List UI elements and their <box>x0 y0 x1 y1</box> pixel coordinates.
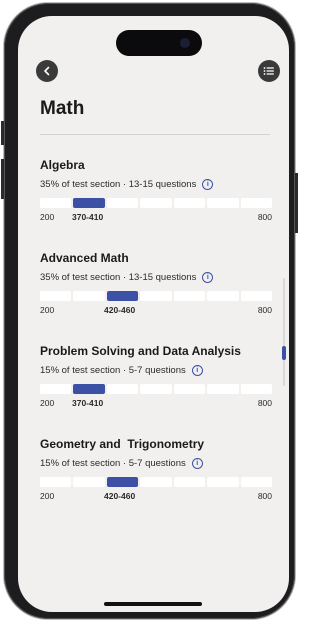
score-segment <box>240 477 272 487</box>
section-subtitle-text: 35% of test section · 13-15 questions <box>40 272 197 283</box>
section-subtitle-text: 35% of test section · 13-15 questions <box>40 179 197 190</box>
score-segment <box>173 384 206 394</box>
score-segment <box>40 198 72 208</box>
score-segment <box>240 291 272 301</box>
score-segment <box>40 384 72 394</box>
score-bar <box>40 291 272 301</box>
score-segment <box>240 198 272 208</box>
score-segment <box>173 291 206 301</box>
list-icon <box>263 67 274 75</box>
score-min: 200 <box>40 491 55 501</box>
score-range: 370-410 <box>72 398 104 408</box>
score-bar <box>40 198 272 208</box>
score-segment <box>106 198 139 208</box>
dynamic-island <box>116 30 202 56</box>
score-bar <box>40 477 272 487</box>
info-icon[interactable]: i <box>202 179 214 190</box>
back-button[interactable] <box>36 60 58 82</box>
screen: Math Algebra 35% of test section · 13-15… <box>18 16 289 612</box>
score-bar <box>40 384 272 394</box>
score-min: 200 <box>40 305 55 315</box>
chevron-left-icon <box>44 66 50 76</box>
info-icon[interactable]: i <box>191 458 203 469</box>
home-indicator[interactable] <box>104 602 202 606</box>
score-min: 200 <box>40 398 55 408</box>
score-segment <box>140 477 172 487</box>
score-segment <box>240 384 272 394</box>
section-subtitle: 15% of test section · 5-7 questions i <box>40 458 272 469</box>
info-icon[interactable]: i <box>191 365 203 376</box>
section-title: Geometry and Trigonometry <box>40 437 205 451</box>
score-segment <box>40 291 72 301</box>
section-subtitle: 15% of test section · 5-7 questions i <box>40 365 272 376</box>
section-subtitle: 35% of test section · 13-15 questions i <box>40 272 272 283</box>
score-scale: 200 370-410 800 <box>40 398 272 410</box>
side-button-left-2 <box>1 159 4 199</box>
score-segment <box>207 384 239 394</box>
score-segment <box>173 198 206 208</box>
section-title: Problem Solving and Data Analysis <box>40 344 241 358</box>
section-title: Advanced Math <box>40 251 129 265</box>
title-divider <box>40 134 270 135</box>
menu-button[interactable] <box>258 60 280 82</box>
info-icon[interactable]: i <box>202 272 214 283</box>
score-segment <box>140 291 172 301</box>
score-max: 800 <box>257 305 272 315</box>
score-range-segment <box>106 477 139 487</box>
score-scale: 200 370-410 800 <box>40 212 272 224</box>
score-range-segment <box>106 291 139 301</box>
section-subtitle: 35% of test section · 13-15 questions i <box>40 179 272 190</box>
score-max: 800 <box>257 212 272 222</box>
side-button-left-1 <box>1 121 4 145</box>
side-button-right <box>295 173 298 233</box>
score-segment <box>106 384 139 394</box>
score-segment <box>73 477 105 487</box>
score-segment <box>207 291 239 301</box>
phone-frame: Math Algebra 35% of test section · 13-15… <box>1 3 298 619</box>
section-problem-solving: Problem Solving and Data Analysis 15% of… <box>40 344 272 408</box>
section-algebra: Algebra 35% of test section · 13-15 ques… <box>40 158 272 222</box>
score-max: 800 <box>257 491 272 501</box>
score-segment <box>207 198 239 208</box>
score-min: 200 <box>40 212 55 222</box>
score-segment <box>173 477 206 487</box>
section-geometry: Geometry and Trigonometry 15% of test se… <box>40 437 272 501</box>
score-segment <box>40 477 72 487</box>
section-advanced-math: Advanced Math 35% of test section · 13-1… <box>40 251 272 315</box>
score-range: 420-460 <box>104 491 136 501</box>
score-range-segment <box>73 384 105 394</box>
score-range: 370-410 <box>72 212 104 222</box>
camera-icon <box>180 38 190 48</box>
score-range: 420-460 <box>104 305 136 315</box>
scrollbar[interactable] <box>283 278 285 386</box>
score-range-segment <box>73 198 105 208</box>
section-subtitle-text: 15% of test section · 5-7 questions <box>40 458 186 469</box>
score-segment <box>207 477 239 487</box>
score-segment <box>73 291 105 301</box>
score-scale: 200 420-460 800 <box>40 491 272 503</box>
section-subtitle-text: 15% of test section · 5-7 questions <box>40 365 186 376</box>
score-max: 800 <box>257 398 272 408</box>
score-segment <box>140 198 172 208</box>
scrollbar-thumb[interactable] <box>282 346 286 360</box>
page-title: Math <box>40 98 85 119</box>
score-scale: 200 420-460 800 <box>40 305 272 317</box>
score-segment <box>140 384 172 394</box>
section-title: Algebra <box>40 158 85 172</box>
